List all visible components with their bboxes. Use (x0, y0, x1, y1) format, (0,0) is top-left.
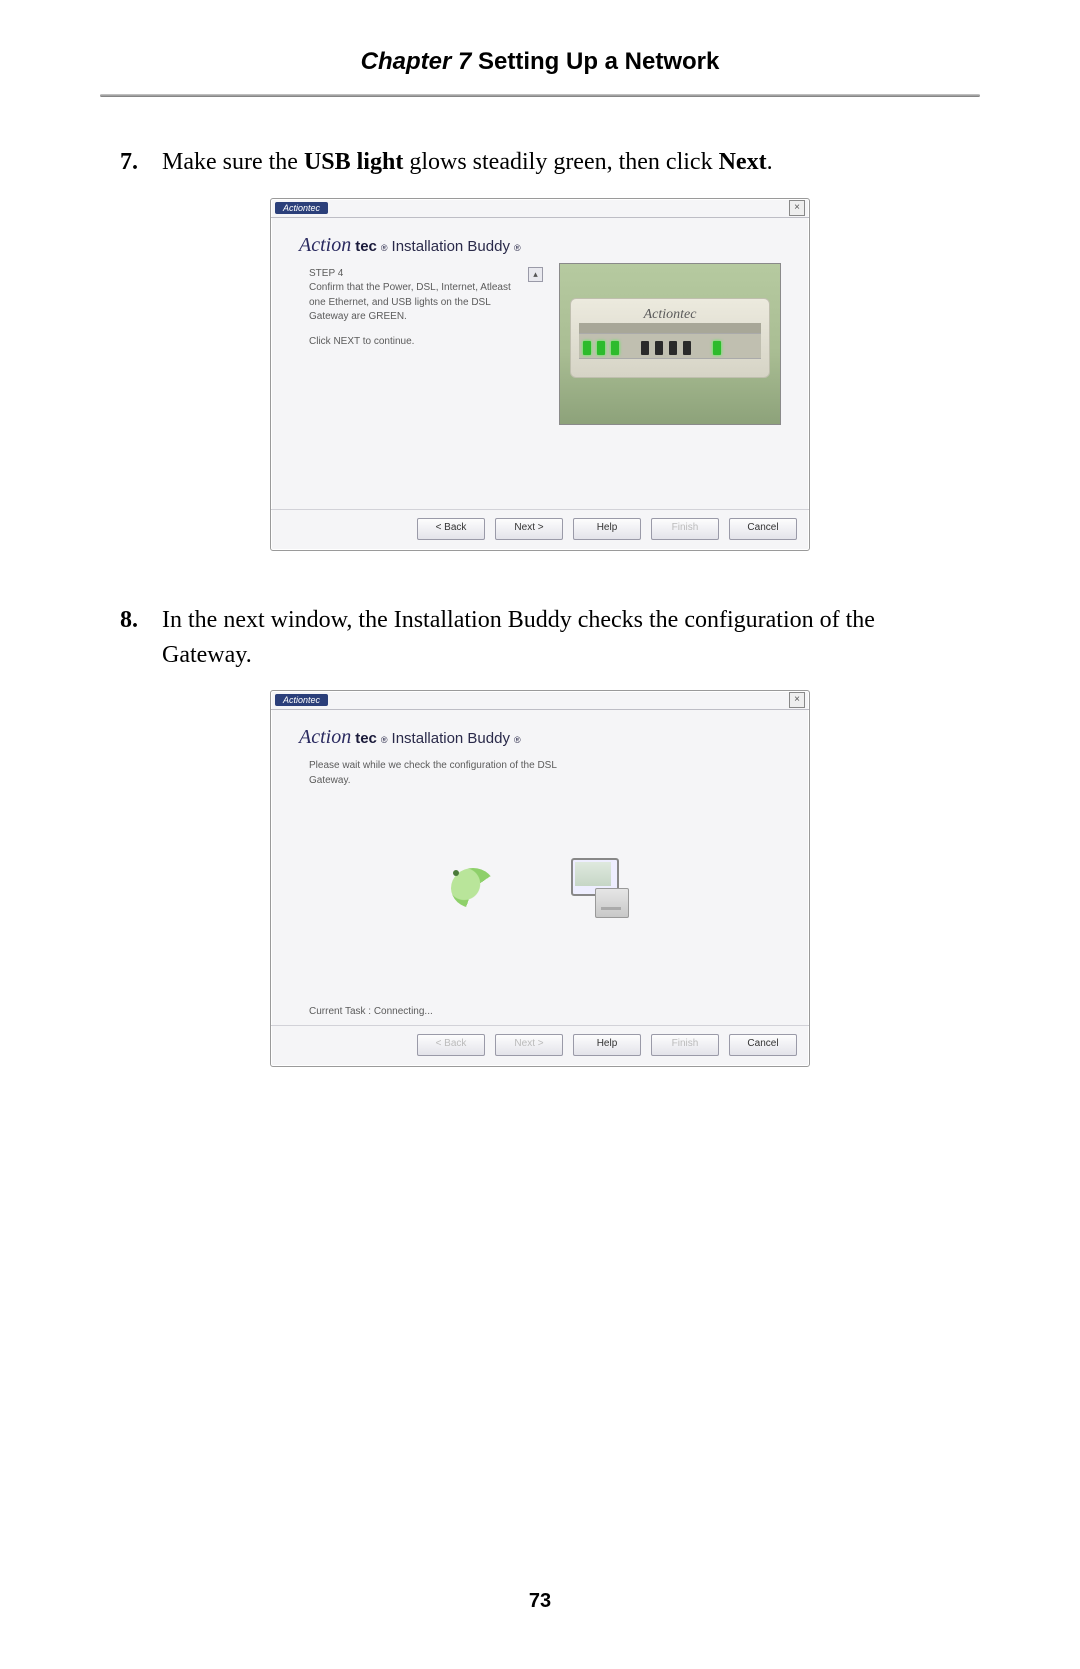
computer-icon (565, 858, 629, 918)
help-button[interactable]: Help (573, 1034, 641, 1056)
led-icon (713, 341, 721, 355)
next-button[interactable]: Next > (495, 518, 563, 540)
wizard-title: Actiontec ® Installation Buddy ® (271, 710, 809, 755)
router-photo: Actiontec (559, 263, 781, 425)
step-number: 7. (120, 145, 162, 180)
step-text: In the next window, the Installation Bud… (162, 603, 960, 673)
wizard-step4: Actiontec × Actiontec ® Installation Budd… (270, 198, 810, 551)
registered-icon: ® (514, 243, 521, 253)
led-icon (597, 341, 605, 355)
finish-button: Finish (651, 1034, 719, 1056)
next-button: Next > (495, 1034, 563, 1056)
cancel-button[interactable]: Cancel (729, 518, 797, 540)
wizard-title: Actiontec ® Installation Buddy ® (271, 218, 809, 263)
brand-tag: Actiontec (275, 202, 328, 214)
registered-icon: ® (381, 735, 388, 745)
led-icon (655, 341, 663, 355)
wizard-checking: Actiontec × Actiontec ® Installation Budd… (270, 690, 810, 1067)
titlebar: Actiontec × (271, 199, 809, 218)
step-8: 8. In the next window, the Installation … (120, 603, 960, 673)
close-icon[interactable]: × (789, 692, 805, 708)
step-label: STEP 4 (309, 267, 529, 282)
button-row: < Back Next > Help Finish Cancel (271, 1025, 809, 1066)
step-7: 7. Make sure the USB light glows steadil… (120, 145, 960, 180)
button-row: < Back Next > Help Finish Cancel (271, 509, 809, 550)
wizard-content: Please wait while we check the configura… (271, 755, 809, 1025)
app-title: Installation Buddy (392, 238, 510, 255)
wizard-content: ▴ STEP 4 Confirm that the Power, DSL, In… (271, 263, 809, 509)
chapter-title: Setting Up a Network (478, 48, 719, 75)
page-number: 73 (0, 1590, 1080, 1613)
scrollbar[interactable]: ▴ ▾ (780, 264, 781, 424)
led-icon (583, 341, 591, 355)
brand-tag: Actiontec (275, 694, 328, 706)
registered-icon: ® (381, 243, 388, 253)
logo-script: Action (299, 726, 351, 749)
scroll-up-icon[interactable]: ▴ (528, 267, 543, 282)
close-icon[interactable]: × (789, 200, 805, 216)
checking-graphic (271, 833, 809, 943)
activity-icon (451, 868, 495, 908)
cancel-button[interactable]: Cancel (729, 1034, 797, 1056)
status-text: Current Task : Connecting... (309, 1006, 433, 1017)
instruction-line: Click NEXT to continue. (309, 335, 529, 350)
instruction-line: Confirm that the Power, DSL, Internet, A… (309, 281, 529, 325)
instruction-text: ▴ STEP 4 Confirm that the Power, DSL, In… (309, 267, 529, 350)
finish-button: Finish (651, 518, 719, 540)
logo-script: Action (299, 234, 351, 257)
back-button: < Back (417, 1034, 485, 1056)
back-button[interactable]: < Back (417, 518, 485, 540)
led-row (583, 339, 757, 355)
header-rule (100, 94, 980, 97)
chapter-label: Chapter 7 (361, 48, 472, 75)
logo-tec: tec (355, 730, 377, 747)
app-title: Installation Buddy (392, 730, 510, 747)
instruction-line: Please wait while we check the configura… (309, 759, 569, 788)
page-header: Chapter 7 Setting Up a Network (0, 0, 1080, 76)
led-icon (611, 341, 619, 355)
step-number: 8. (120, 603, 162, 673)
led-icon (669, 341, 677, 355)
led-icon (641, 341, 649, 355)
step-text: Make sure the USB light glows steadily g… (162, 145, 960, 180)
led-icon (683, 341, 691, 355)
logo-tec: tec (355, 238, 377, 255)
help-button[interactable]: Help (573, 518, 641, 540)
titlebar: Actiontec × (271, 691, 809, 710)
registered-icon: ® (514, 735, 521, 745)
instruction-text: Please wait while we check the configura… (309, 759, 569, 788)
device-brand: Actiontec (571, 307, 769, 323)
